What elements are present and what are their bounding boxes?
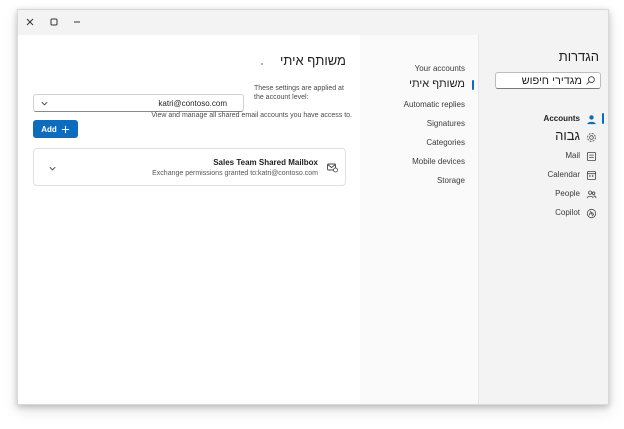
subnav-item-your-accounts[interactable]: Your accounts xyxy=(362,61,474,77)
shared-mailbox-name: Sales Team Shared Mailbox xyxy=(213,158,318,167)
subnav-item-label: Categories xyxy=(426,138,465,147)
shared-mailbox-icon xyxy=(327,163,338,173)
plus-icon xyxy=(61,125,69,133)
subnav-item-label: Storage xyxy=(436,176,465,185)
subnav-item-storage[interactable]: Storage xyxy=(362,173,474,189)
title-bar xyxy=(18,10,608,35)
selection-indicator xyxy=(472,80,474,90)
settings-window: משותף איתי These settings are applied at… xyxy=(17,9,609,405)
maximize-icon xyxy=(50,18,58,26)
add-button[interactable]: Add xyxy=(33,120,78,138)
shared-mailbox-detail: Exchange permissions granted to:katri@co… xyxy=(152,170,318,177)
mail-icon xyxy=(585,150,597,162)
shared-mailbox-card[interactable]: Sales Team Shared Mailbox Exchange permi… xyxy=(33,148,346,186)
sidebar-item-mail[interactable]: Mail xyxy=(479,147,608,165)
close-button[interactable] xyxy=(23,15,37,29)
subnav-item-label: Signatures xyxy=(426,119,465,128)
account-dropdown-value: katri@contoso.com xyxy=(158,99,227,108)
sidebar-item-label: People xyxy=(555,189,580,198)
title-dot xyxy=(261,63,263,65)
chevron-down-icon xyxy=(41,101,48,106)
sidebar-item-label: Accounts xyxy=(543,114,580,123)
sidebar-item-label: גבוה xyxy=(555,128,580,143)
search-icon xyxy=(586,76,595,85)
calendar-icon xyxy=(585,169,597,181)
search-input[interactable] xyxy=(498,73,582,88)
minimize-icon xyxy=(74,21,80,23)
gear-icon xyxy=(585,131,597,143)
subnav-item-label: משותף איתי xyxy=(409,78,465,90)
settings-sidebar: הגדרות Accounts xyxy=(478,35,608,404)
minimize-button[interactable] xyxy=(70,15,84,29)
subnav-item-categories[interactable]: Categories xyxy=(362,135,474,151)
copilot-icon xyxy=(585,207,597,219)
accounts-subnav: Your accounts משותף איתי Automatic repli… xyxy=(360,35,478,404)
settings-search[interactable] xyxy=(495,72,601,89)
sidebar-item-label: Calendar xyxy=(547,170,580,179)
subnav-item-label: Your accounts xyxy=(414,64,465,73)
sidebar-item-accounts[interactable]: Accounts xyxy=(479,110,608,128)
subnav-item-shared-with-me[interactable]: משותף איתי xyxy=(362,77,474,93)
chevron-down-icon[interactable] xyxy=(48,164,57,173)
subnav-item-label: Mobile devices xyxy=(412,157,465,166)
maximize-button[interactable] xyxy=(47,15,61,29)
subnav-item-signatures[interactable]: Signatures xyxy=(362,116,474,132)
person-icon xyxy=(585,113,597,125)
sidebar-item-calendar[interactable]: Calendar xyxy=(479,166,608,184)
sidebar-item-copilot[interactable]: Copilot xyxy=(479,204,608,222)
subnav-item-label: Automatic replies xyxy=(403,100,465,109)
selection-indicator xyxy=(602,113,604,124)
subnav-item-mobile-devices[interactable]: Mobile devices xyxy=(362,154,474,170)
add-button-label: Add xyxy=(41,124,57,134)
settings-title: הגדרות xyxy=(558,49,599,64)
account-dropdown[interactable]: katri@contoso.com xyxy=(33,94,244,112)
shared-accounts-note: View and manage all shared email account… xyxy=(151,112,352,119)
close-icon xyxy=(26,18,34,26)
subnav-item-automatic-replies[interactable]: Automatic replies xyxy=(362,97,474,113)
screen: משותף איתי These settings are applied at… xyxy=(0,0,624,429)
sidebar-item-label: Copilot xyxy=(555,208,580,217)
sidebar-item-people[interactable]: People xyxy=(479,185,608,203)
page-title: משותף איתי xyxy=(279,53,346,68)
sidebar-item-general[interactable]: גבוה xyxy=(479,128,608,146)
people-icon xyxy=(585,188,597,200)
sidebar-item-label: Mail xyxy=(565,151,580,160)
main-panel: משותף איתי These settings are applied at… xyxy=(18,35,360,404)
account-level-note: These settings are applied at the accoun… xyxy=(254,85,344,101)
